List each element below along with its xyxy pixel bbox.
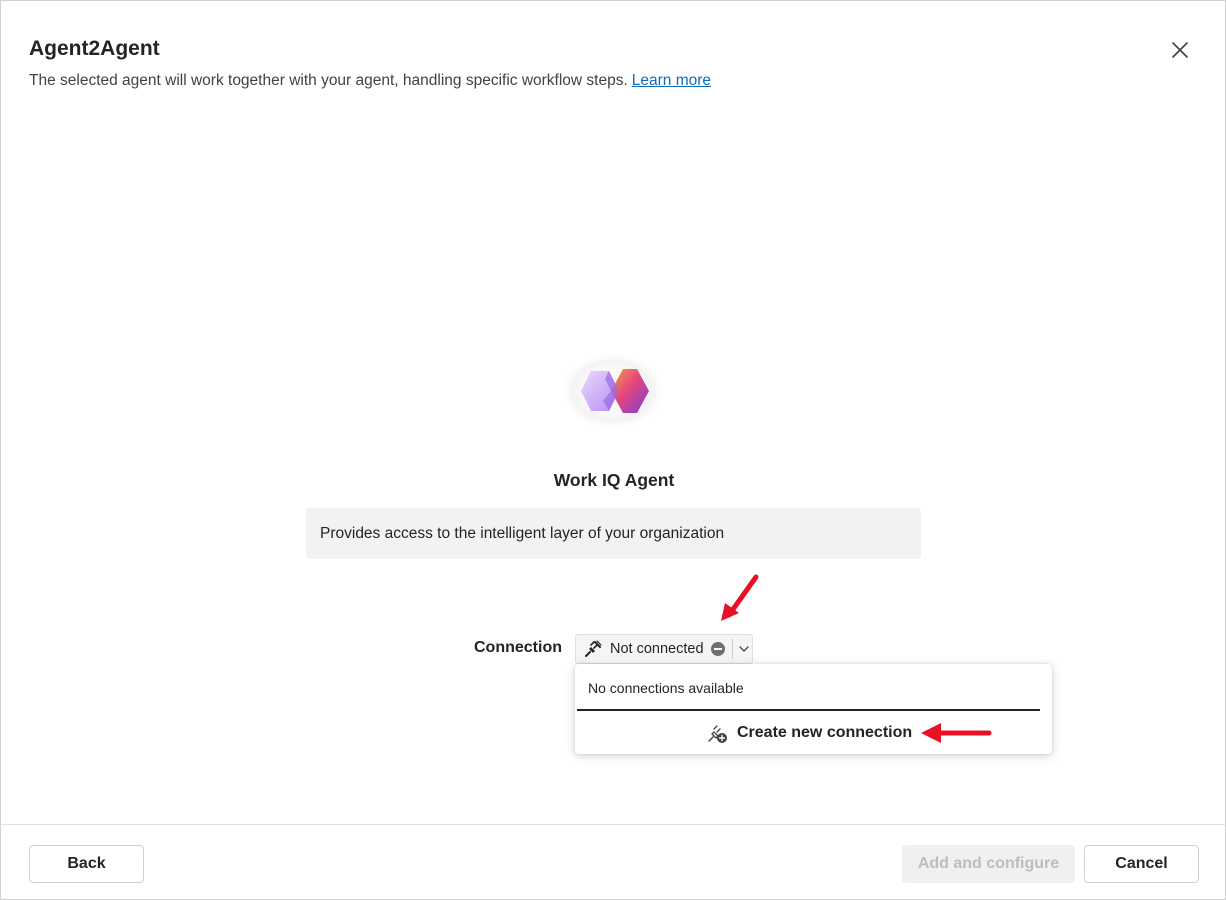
dropdown-divider xyxy=(731,639,733,659)
copilot-logo-icon xyxy=(557,349,669,433)
disconnected-status-icon xyxy=(710,642,725,656)
agent-description-text: Provides access to the intelligent layer… xyxy=(320,524,725,542)
dialog-title: Agent2Agent xyxy=(29,37,160,60)
chevron-down-icon[interactable] xyxy=(738,644,749,654)
add-and-configure-button[interactable]: Add and configure xyxy=(902,845,1075,883)
agent-name: Work IQ Agent xyxy=(553,470,675,490)
create-new-connection-button[interactable]: Create new connection xyxy=(705,721,912,745)
plug-add-icon xyxy=(705,721,729,745)
annotation-arrow-icon xyxy=(921,723,992,743)
menu-divider xyxy=(577,709,1040,711)
footer-divider xyxy=(1,824,1226,825)
agent2agent-dialog: Agent2Agent The selected agent will work… xyxy=(0,0,1226,900)
agent-description: Provides access to the intelligent layer… xyxy=(306,508,921,559)
connection-dropdown[interactable]: Not connected xyxy=(575,634,753,664)
close-button[interactable] xyxy=(1165,35,1195,65)
connection-status: Not connected xyxy=(610,641,704,657)
dialog-subtitle: The selected agent will work together wi… xyxy=(29,72,711,90)
close-icon xyxy=(1172,42,1188,58)
annotation-arrow-icon xyxy=(721,574,759,621)
create-new-connection-label: Create new connection xyxy=(737,724,913,741)
back-button[interactable]: Back xyxy=(29,845,144,883)
learn-more-link[interactable]: Learn more xyxy=(632,72,711,89)
connection-label: Connection xyxy=(474,639,562,656)
plug-disconnected-icon xyxy=(582,638,604,660)
no-connections-text: No connections available xyxy=(588,680,744,696)
dialog-subtitle-text: The selected agent will work together wi… xyxy=(29,72,628,89)
cancel-button[interactable]: Cancel xyxy=(1084,845,1199,883)
